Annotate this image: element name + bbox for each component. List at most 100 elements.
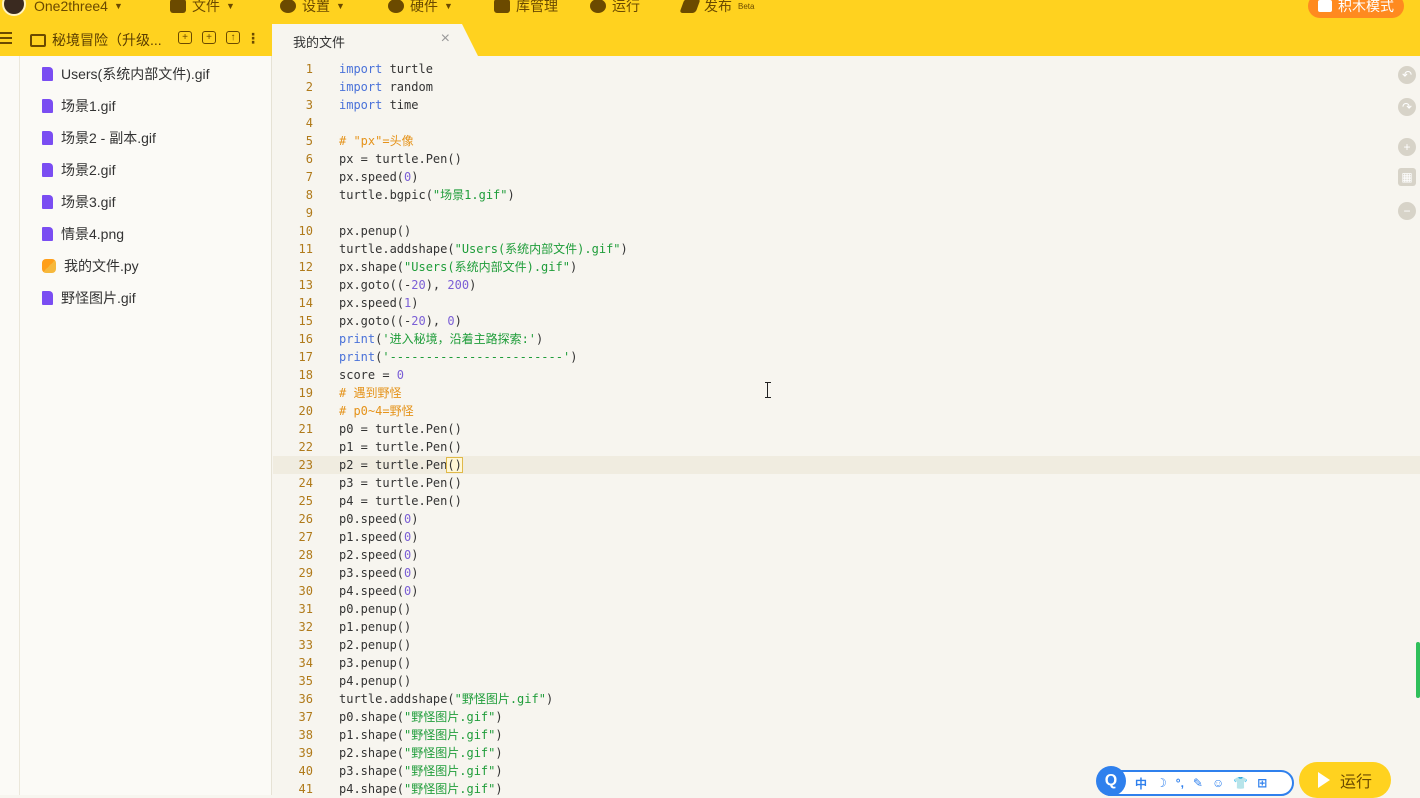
tab-my-file[interactable]: 我的文件 × xyxy=(272,24,478,56)
code-line[interactable]: 9 xyxy=(273,204,1420,222)
code-text: p1.speed(0) xyxy=(339,530,419,544)
code-line[interactable]: 11 turtle.addshape("Users(系统内部文件).gif") xyxy=(273,240,1420,258)
menu-settings[interactable]: 设置 ▼ xyxy=(280,0,345,16)
code-text: p2 = turtle.Pen() xyxy=(339,457,463,473)
moon-icon[interactable]: ☽ xyxy=(1156,776,1167,790)
code-line[interactable]: 21 p0 = turtle.Pen() xyxy=(273,420,1420,438)
user-avatar[interactable] xyxy=(2,0,26,16)
code-line[interactable]: 31 p0.penup() xyxy=(273,600,1420,618)
code-line[interactable]: 28 p2.speed(0) xyxy=(273,546,1420,564)
edge-indicator xyxy=(1416,642,1420,698)
chevron-down-icon: ▼ xyxy=(226,1,235,11)
file-item[interactable]: 场景2.gif xyxy=(42,160,115,180)
code-text: p2.penup() xyxy=(339,638,412,652)
code-text: # "px"=头像 xyxy=(339,134,414,148)
new-file-icon[interactable]: + xyxy=(178,31,192,44)
code-line[interactable]: 8 turtle.bgpic("场景1.gif") xyxy=(273,186,1420,204)
code-line[interactable]: 24 p3 = turtle.Pen() xyxy=(273,474,1420,492)
menu-publish[interactable]: 发布 Beta xyxy=(679,0,754,16)
code-line[interactable]: 25 p4 = turtle.Pen() xyxy=(273,492,1420,510)
undo-icon[interactable]: ↶ xyxy=(1398,66,1416,84)
code-text: # p0~4=野怪 xyxy=(339,404,414,418)
grid-icon[interactable]: ⊞ xyxy=(1257,776,1267,790)
code-line[interactable]: 35 p4.penup() xyxy=(273,672,1420,690)
code-line[interactable]: 22 p1 = turtle.Pen() xyxy=(273,438,1420,456)
ime-logo[interactable]: Q xyxy=(1096,766,1126,796)
ime-mode-chinese[interactable]: 中 xyxy=(1135,775,1147,792)
file-item[interactable]: 场景3.gif xyxy=(42,192,115,212)
code-line[interactable]: 32 p1.penup() xyxy=(273,618,1420,636)
file-item[interactable]: 场景2 - 副本.gif xyxy=(42,128,156,148)
file-item[interactable]: 野怪图片.gif xyxy=(42,288,136,308)
run-button[interactable]: 运行 xyxy=(1299,762,1391,798)
code-line[interactable]: 15 px.goto((-20), 0) xyxy=(273,312,1420,330)
code-line[interactable]: 3 import time xyxy=(273,96,1420,114)
upload-file-icon[interactable]: ↑ xyxy=(226,31,240,44)
file-item[interactable]: Users(系统内部文件).gif xyxy=(42,64,210,84)
hamburger-menu-icon[interactable] xyxy=(0,32,12,44)
code-line[interactable]: 1 import turtle xyxy=(273,60,1420,78)
user-menu[interactable]: One2three4 ▼ xyxy=(34,0,123,16)
menu-hardware[interactable]: 硬件 ▼ xyxy=(388,0,453,16)
line-number: 8 xyxy=(305,188,313,202)
code-line[interactable]: 36 turtle.addshape("野怪图片.gif") xyxy=(273,690,1420,708)
zoom-out-icon[interactable]: − xyxy=(1398,202,1416,220)
code-line[interactable]: 10 px.penup() xyxy=(273,222,1420,240)
code-line[interactable]: 30 p4.speed(0) xyxy=(273,582,1420,600)
zoom-in-icon[interactable]: + xyxy=(1398,138,1416,156)
new-folder-icon[interactable]: + xyxy=(202,31,216,44)
code-line[interactable]: 26 p0.speed(0) xyxy=(273,510,1420,528)
punctuation-icon[interactable]: °, xyxy=(1176,776,1184,790)
code-text: px.goto((-20), 200) xyxy=(339,278,477,292)
line-number: 35 xyxy=(298,674,313,688)
close-icon[interactable]: × xyxy=(441,30,450,48)
code-line[interactable]: 29 p3.speed(0) xyxy=(273,564,1420,582)
reset-zoom-icon[interactable]: ▦ xyxy=(1398,168,1416,186)
code-line[interactable]: 19 # 遇到野怪 xyxy=(273,384,1420,402)
code-editor[interactable]: 1 import turtle 2 import random 3 import time… xyxy=(273,56,1420,796)
code-line[interactable]: 6 px = turtle.Pen() xyxy=(273,150,1420,168)
code-line[interactable]: 4 xyxy=(273,114,1420,132)
code-line[interactable]: 13 px.goto((-20), 200) xyxy=(273,276,1420,294)
file-icon xyxy=(42,99,53,113)
line-number: 1 xyxy=(305,62,313,76)
line-number: 34 xyxy=(298,656,313,670)
code-line[interactable]: 18 score = 0 xyxy=(273,366,1420,384)
code-line[interactable]: 12 px.shape("Users(系统内部文件).gif") xyxy=(273,258,1420,276)
code-text: p3.speed(0) xyxy=(339,566,419,580)
redo-icon[interactable]: ↷ xyxy=(1398,98,1416,116)
blocks-mode-button[interactable]: 积木模式 xyxy=(1308,0,1404,18)
code-line[interactable]: 5 # "px"=头像 xyxy=(273,132,1420,150)
menu-file[interactable]: 文件 ▼ xyxy=(170,0,235,16)
shirt-icon[interactable]: 👕 xyxy=(1233,776,1248,790)
code-line[interactable]: 17 print('------------------------') xyxy=(273,348,1420,366)
line-number: 9 xyxy=(305,206,313,220)
file-item[interactable]: 场景1.gif xyxy=(42,96,115,116)
wrench-icon[interactable]: ✎ xyxy=(1193,776,1203,790)
line-number: 4 xyxy=(305,116,313,130)
code-line[interactable]: 33 p2.penup() xyxy=(273,636,1420,654)
python-icon xyxy=(42,259,56,273)
code-line[interactable]: 20 # p0~4=野怪 xyxy=(273,402,1420,420)
file-item[interactable]: 情景4.png xyxy=(42,224,124,244)
code-line[interactable]: 34 p3.penup() xyxy=(273,654,1420,672)
chevron-down-icon: ▼ xyxy=(444,1,453,11)
code-text: px = turtle.Pen() xyxy=(339,152,462,166)
code-line[interactable]: 23 p2 = turtle.Pen() xyxy=(273,456,1420,474)
menu-run[interactable]: 运行 xyxy=(590,0,640,16)
code-line[interactable]: 27 p1.speed(0) xyxy=(273,528,1420,546)
menu-library[interactable]: 库管理 xyxy=(494,0,558,16)
code-line[interactable]: 16 print('进入秘境，沿着主路探索:') xyxy=(273,330,1420,348)
code-line[interactable]: 2 import random xyxy=(273,78,1420,96)
code-text: p1.shape("野怪图片.gif") xyxy=(339,728,503,742)
code-line[interactable]: 14 px.speed(1) xyxy=(273,294,1420,312)
file-item[interactable]: 我的文件.py xyxy=(42,256,139,276)
code-line[interactable]: 7 px.speed(0) xyxy=(273,168,1420,186)
code-line[interactable]: 37 p0.shape("野怪图片.gif") xyxy=(273,708,1420,726)
code-text: import random xyxy=(339,80,433,94)
file-icon xyxy=(42,227,53,241)
smiley-icon[interactable]: ☺ xyxy=(1212,776,1224,790)
code-line[interactable]: 38 p1.shape("野怪图片.gif") xyxy=(273,726,1420,744)
more-options-icon[interactable]: ⋮ xyxy=(246,31,260,45)
code-line[interactable]: 39 p2.shape("野怪图片.gif") xyxy=(273,744,1420,762)
